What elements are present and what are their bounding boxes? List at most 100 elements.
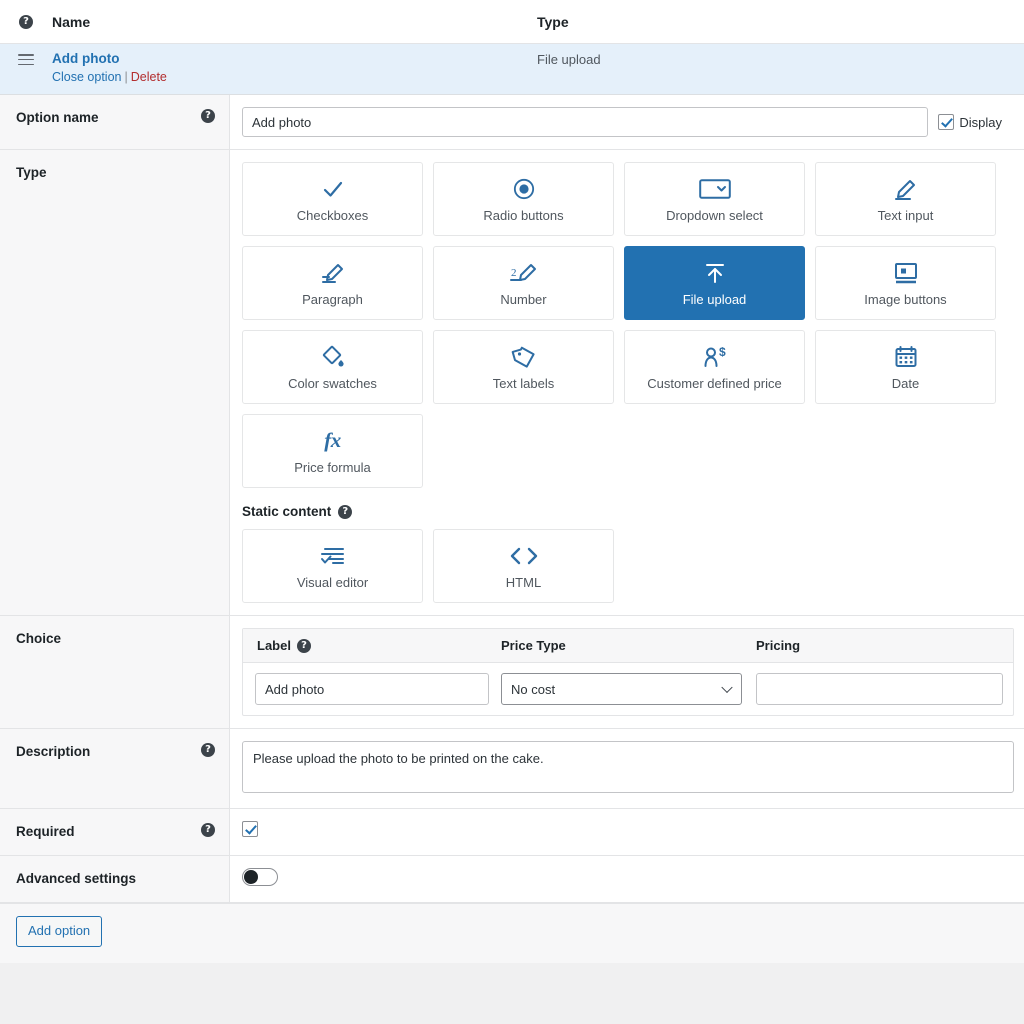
image-button-icon xyxy=(892,260,920,286)
pencil-lines-icon xyxy=(320,260,346,286)
choice-col-label: Label xyxy=(257,638,291,653)
description-textarea[interactable]: Please upload the photo to be printed on… xyxy=(242,741,1014,793)
options-table-header: ? Name Type xyxy=(0,0,1024,44)
type-card-label: Number xyxy=(500,291,547,307)
type-card-text-input[interactable]: Text input xyxy=(815,162,996,236)
display-toggle-wrap[interactable]: Display xyxy=(938,114,1002,130)
type-card-label: Text input xyxy=(877,207,934,223)
type-card-label: Checkboxes xyxy=(296,207,369,223)
option-name-label-cell: Option name ? xyxy=(0,95,230,149)
choice-label-cell: Choice xyxy=(0,616,230,728)
delete-option-link[interactable]: Delete xyxy=(131,70,167,84)
required-body xyxy=(230,809,1024,855)
option-name-body: Display xyxy=(230,95,1024,149)
static-content-card-grid: Visual editor HTML xyxy=(242,529,1014,603)
type-label-cell: Type xyxy=(0,150,230,615)
type-card-label: Date xyxy=(891,375,920,391)
field-row-advanced-settings: Advanced settings xyxy=(0,856,1024,903)
type-card-label: Text labels xyxy=(492,375,555,391)
type-card-number[interactable]: 2 Number xyxy=(433,246,614,320)
radio-icon xyxy=(513,176,535,202)
type-card-text-labels[interactable]: Text labels xyxy=(433,330,614,404)
type-card-customer-defined-price[interactable]: $ Customer defined price xyxy=(624,330,805,404)
action-separator: | xyxy=(124,70,128,84)
option-name-input[interactable] xyxy=(242,107,929,137)
type-card-label: HTML xyxy=(505,574,542,590)
type-card-date[interactable]: Date xyxy=(815,330,996,404)
type-card-html[interactable]: HTML xyxy=(433,529,614,603)
help-icon[interactable]: ? xyxy=(201,743,215,757)
type-card-paragraph[interactable]: Paragraph xyxy=(242,246,423,320)
fx-icon: fx xyxy=(324,428,341,452)
choice-table: Label ? Price Type Pricing No cost xyxy=(242,628,1014,716)
type-card-dropdown-select[interactable]: Dropdown select xyxy=(624,162,805,236)
dropdown-icon xyxy=(698,176,731,202)
drag-handle-cell[interactable] xyxy=(0,51,52,65)
choice-table-header: Label ? Price Type Pricing xyxy=(243,629,1013,663)
description-label: Description xyxy=(16,744,91,759)
choice-price-type-cell: No cost xyxy=(501,673,756,705)
help-icon[interactable]: ? xyxy=(201,109,215,123)
drag-handle-icon[interactable] xyxy=(18,54,34,65)
required-label: Required xyxy=(16,824,75,839)
type-body: Checkboxes Radio buttons Dropdown select xyxy=(230,150,1024,615)
help-icon[interactable]: ? xyxy=(201,823,215,837)
check-icon xyxy=(321,176,345,202)
option-summary-row[interactable]: Add photo Close option | Delete File uploa… xyxy=(0,44,1024,95)
svg-text:2: 2 xyxy=(511,267,517,279)
required-checkbox[interactable] xyxy=(242,821,258,837)
pencil-number-icon: 2 xyxy=(509,260,539,286)
choice-price-type-value: No cost xyxy=(511,681,556,697)
help-icon[interactable]: ? xyxy=(296,638,311,653)
close-option-link[interactable]: Close option xyxy=(52,70,122,84)
pencil-line-icon xyxy=(893,176,919,202)
type-card-color-swatches[interactable]: Color swatches xyxy=(242,330,423,404)
static-content-heading: Static content xyxy=(242,504,332,519)
help-icon[interactable]: ? xyxy=(338,504,353,519)
type-card-label: Visual editor xyxy=(296,574,369,590)
type-card-label: Color swatches xyxy=(288,375,377,391)
choice-col-price-type: Price Type xyxy=(501,638,566,653)
type-card-label: Radio buttons xyxy=(483,207,564,223)
toggle-knob xyxy=(244,870,258,884)
choice-pricing-cell xyxy=(756,673,1013,705)
field-row-option-name: Option name ? Display xyxy=(0,95,1024,150)
advanced-settings-label-cell: Advanced settings xyxy=(0,856,230,902)
choice-table-row: No cost xyxy=(243,663,1013,715)
type-card-label: File upload xyxy=(682,291,747,307)
choice-pricing-input[interactable] xyxy=(756,673,1003,705)
display-checkbox[interactable] xyxy=(938,114,955,130)
type-card-label: Dropdown select xyxy=(666,207,763,223)
type-card-checkboxes[interactable]: Checkboxes xyxy=(242,162,423,236)
type-card-label: Image buttons xyxy=(864,291,947,307)
description-body: Please upload the photo to be printed on… xyxy=(230,729,1024,808)
option-title-link[interactable]: Add photo xyxy=(52,51,537,67)
required-label-cell: Required ? xyxy=(0,809,230,855)
upload-icon xyxy=(702,260,728,286)
calendar-icon xyxy=(894,344,918,370)
choice-col-pricing: Pricing xyxy=(756,638,801,653)
panel-footer: Add option xyxy=(0,903,1024,963)
advanced-settings-toggle[interactable] xyxy=(242,868,278,886)
visual-editor-icon xyxy=(319,543,347,569)
type-card-image-buttons[interactable]: Image buttons xyxy=(815,246,996,320)
advanced-settings-body xyxy=(230,856,1024,902)
chevron-down-icon xyxy=(721,681,733,694)
type-card-visual-editor[interactable]: Visual editor xyxy=(242,529,423,603)
choice-price-type-select[interactable]: No cost xyxy=(501,673,742,705)
field-row-description: Description ? Please upload the photo to… xyxy=(0,729,1024,809)
field-row-choice: Choice Label ? Price Type Pricing Add ph… xyxy=(0,616,1024,729)
tag-icon xyxy=(511,344,537,370)
type-card-radio-buttons[interactable]: Radio buttons xyxy=(433,162,614,236)
column-header-type: Type xyxy=(537,13,569,30)
option-type-value: File upload xyxy=(537,52,601,67)
help-icon[interactable]: ? xyxy=(19,14,33,29)
svg-text:$: $ xyxy=(719,345,726,359)
advanced-settings-label: Advanced settings xyxy=(16,871,137,886)
type-card-grid: Checkboxes Radio buttons Dropdown select xyxy=(242,162,1014,488)
type-label: Type xyxy=(16,165,47,180)
add-option-button[interactable]: Add option xyxy=(16,916,103,947)
choice-label-input[interactable] xyxy=(255,673,489,705)
type-card-file-upload[interactable]: File upload xyxy=(624,246,805,320)
type-card-price-formula[interactable]: fx Price formula xyxy=(242,414,423,488)
